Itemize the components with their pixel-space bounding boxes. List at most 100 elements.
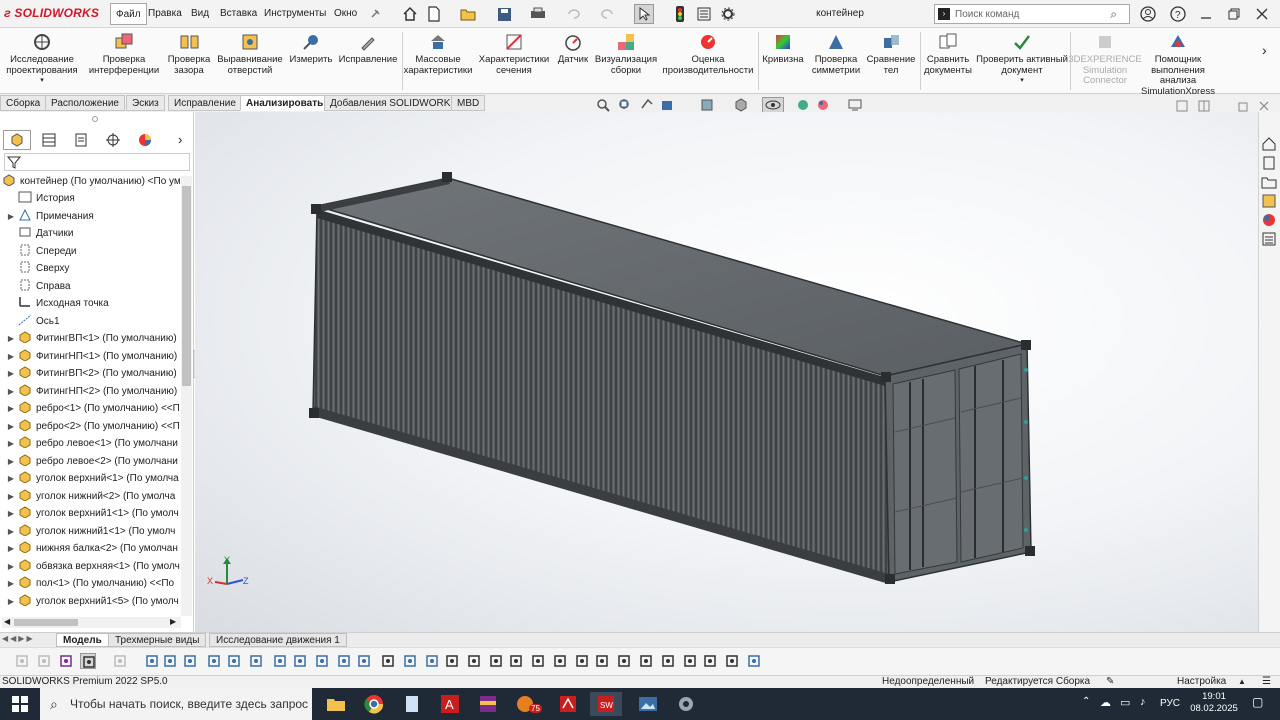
save-icon[interactable] <box>494 4 514 24</box>
annotation-filter-icon[interactable] <box>616 653 632 669</box>
configuration-manager-tab[interactable] <box>67 130 95 150</box>
panel-grip-icon[interactable] <box>92 116 98 122</box>
filter-clear-icon[interactable] <box>36 653 52 669</box>
table-filter-icon[interactable] <box>682 653 698 669</box>
tab-layout[interactable]: Расположение <box>45 95 125 111</box>
tab-solidworks-addins[interactable]: Добавления SOLIDWORKS <box>324 95 464 111</box>
tree-scrollbar-thumb[interactable] <box>182 186 191 386</box>
notepad-taskbar-icon[interactable] <box>396 692 428 716</box>
tree-item[interactable]: Сверху <box>4 260 182 278</box>
3dexperience-simulation-button[interactable]: 3DEXPERIENCE Simulation Connector <box>1068 30 1142 92</box>
mate-filter-icon[interactable] <box>488 653 504 669</box>
select-other-icon[interactable] <box>112 653 128 669</box>
close-window-icon[interactable] <box>1252 4 1272 24</box>
graphics-area[interactable]: Y Z X <box>195 112 1258 632</box>
expand-arrow-icon[interactable]: ▶ <box>4 348 18 365</box>
tree-item[interactable]: ▶ ФитингВП<1> (По умолчанию) <box>4 330 182 348</box>
print-icon[interactable] <box>528 4 548 24</box>
block-filter-icon[interactable] <box>660 653 676 669</box>
tree-item[interactable]: ▶ ФитингНП<2> (По умолчанию) <box>4 383 182 401</box>
tab-repair[interactable]: Исправление <box>168 95 242 111</box>
previous-view-icon[interactable] <box>640 98 654 112</box>
vertex-filter-icon[interactable] <box>272 653 288 669</box>
clearance-button[interactable]: Проверка зазора <box>164 30 214 92</box>
tab-analyze[interactable]: Анализировать <box>240 95 330 111</box>
winrar-taskbar-icon[interactable] <box>472 692 504 716</box>
pin-icon[interactable] <box>365 4 385 24</box>
expand-arrow-icon[interactable]: ▶ <box>4 383 18 400</box>
zoom-to-area-icon[interactable] <box>618 98 632 112</box>
expand-arrow-icon[interactable]: ▶ <box>4 208 18 225</box>
tray-cloud-icon[interactable]: ☁ <box>1100 696 1111 709</box>
tree-item[interactable]: ▶ пол<1> (По умолчанию) <<По <box>4 575 182 593</box>
edge-filter-icon[interactable] <box>248 653 264 669</box>
help-icon[interactable]: ? <box>1168 4 1188 24</box>
component-filter-icon[interactable] <box>508 653 524 669</box>
hole-filter-icon[interactable] <box>530 653 546 669</box>
selection-filter-icon[interactable] <box>14 653 30 669</box>
windows-start-icon[interactable] <box>4 692 36 716</box>
options-gear-icon[interactable] <box>718 4 738 24</box>
appearances-icon[interactable] <box>1261 212 1279 228</box>
dimxpert-tab[interactable] <box>99 130 127 150</box>
point-filter-icon[interactable] <box>292 653 308 669</box>
axis-filter-icon[interactable] <box>162 653 178 669</box>
check-active-document-button[interactable]: Проверить активный документ ▾ <box>976 30 1068 92</box>
rebuild-icon[interactable]: ✎ <box>1106 676 1114 688</box>
expand-arrow-icon[interactable]: ▶ <box>4 558 18 575</box>
tree-item[interactable]: ▶ уголок верхний1<1> (По умолч <box>4 505 182 523</box>
tree-item[interactable]: ▶ ребро левое<2> (По умолчани <box>4 453 182 471</box>
acrobat-taskbar-icon[interactable] <box>552 692 584 716</box>
property-manager-tab[interactable] <box>35 130 63 150</box>
hide-show-items-icon[interactable] <box>762 97 784 113</box>
feature-tree-tab[interactable] <box>3 130 31 150</box>
expand-arrow-icon[interactable]: ▶ <box>4 418 18 435</box>
minimize-window-icon[interactable] <box>1196 4 1216 24</box>
rebuild-traffic-light-icon[interactable] <box>670 4 690 24</box>
restore-window-icon[interactable] <box>1224 4 1244 24</box>
autocad-taskbar-icon[interactable]: A <box>434 692 466 716</box>
plane-filter-icon[interactable] <box>182 653 198 669</box>
tray-language[interactable]: РУС <box>1160 698 1180 709</box>
select-pointer-icon[interactable] <box>80 653 96 669</box>
compare-documents-button[interactable]: Сравнить документы <box>922 30 974 92</box>
measure-button[interactable]: Измерить <box>286 30 336 92</box>
open-folder-icon[interactable] <box>458 4 478 24</box>
tree-item[interactable]: ▶ Примечания <box>4 208 182 226</box>
container-3d-model[interactable] <box>195 112 1258 632</box>
expand-arrow-icon[interactable]: ▶ <box>4 523 18 540</box>
chevron-up-icon[interactable]: ▲ <box>1238 676 1246 688</box>
display-manager-tab[interactable] <box>131 130 159 150</box>
tree-item[interactable]: ▶ обвязка верхняя<1> (По умолч <box>4 558 182 576</box>
expand-arrow-icon[interactable]: ▶ <box>4 540 18 557</box>
repair-button[interactable]: Исправление <box>336 30 400 92</box>
hole-align-button[interactable]: Выравнивание отверстий <box>216 30 284 92</box>
balloon-filter-icon[interactable] <box>594 653 610 669</box>
user-account-icon[interactable] <box>1138 4 1158 24</box>
tray-volume-icon[interactable]: ♪ <box>1140 696 1146 708</box>
dimension-filter-icon[interactable] <box>356 653 372 669</box>
menu-tools[interactable]: Инструменты <box>259 3 331 25</box>
home-icon[interactable] <box>400 4 420 24</box>
tree-item[interactable]: ▶ уголок верхний<1> (По умолча <box>4 470 182 488</box>
expand-arrow-icon[interactable]: ▶ <box>4 453 18 470</box>
expand-arrow-icon[interactable]: ▶ <box>4 593 18 610</box>
chrome-taskbar-icon[interactable] <box>358 692 390 716</box>
menu-view[interactable]: Вид <box>186 3 214 25</box>
command-search-input[interactable]: › Поиск команд ⌕ <box>934 4 1130 24</box>
origin-filter-icon[interactable] <box>144 653 160 669</box>
route-filter-icon[interactable] <box>724 653 740 669</box>
surface-filter-icon[interactable] <box>424 653 440 669</box>
sketch-filter-icon[interactable] <box>336 653 352 669</box>
expand-arrow-icon[interactable]: ▶ <box>4 365 18 382</box>
tray-clock[interactable]: 19:01 08.02.2025 <box>1186 691 1242 715</box>
design-study-button[interactable]: Исследование проектирования ▾ <box>2 30 82 92</box>
tree-filter-input[interactable] <box>4 153 190 171</box>
expand-arrow-icon[interactable]: ▶ <box>4 435 18 452</box>
design-library-icon[interactable] <box>1261 155 1279 171</box>
curvature-button[interactable]: Кривизна <box>760 30 806 92</box>
compare-bodies-button[interactable]: Сравнение тел <box>864 30 918 92</box>
select-arrow-icon[interactable] <box>634 4 654 24</box>
tree-item[interactable]: Спереди <box>4 243 182 261</box>
tree-horizontal-scrollbar-thumb[interactable] <box>14 619 78 626</box>
